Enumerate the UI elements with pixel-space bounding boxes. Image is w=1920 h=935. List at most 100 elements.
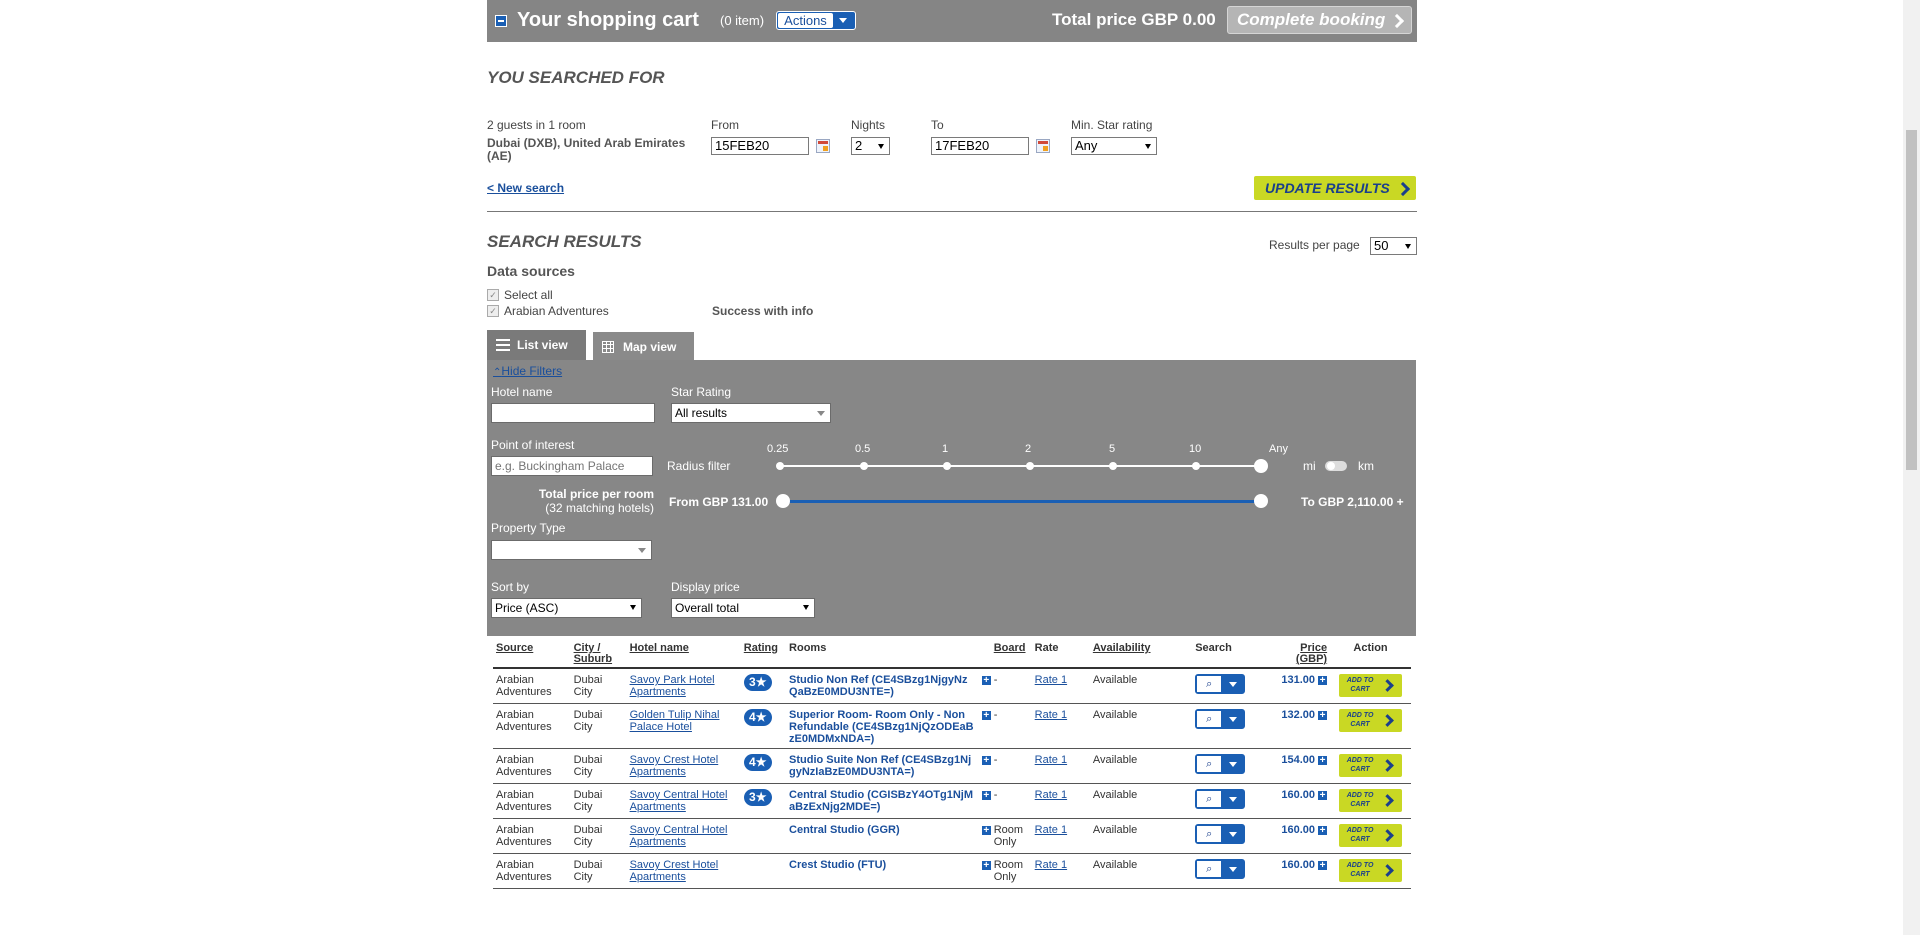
price-detail-plus-icon[interactable]: + bbox=[1318, 711, 1328, 721]
scrollbar-thumb[interactable] bbox=[1906, 130, 1917, 470]
radius-stop[interactable] bbox=[776, 462, 784, 470]
price-max-handle[interactable] bbox=[1254, 494, 1268, 508]
tab-list-view[interactable]: List view bbox=[487, 330, 586, 360]
expand-plus-icon[interactable]: + bbox=[981, 711, 991, 721]
add-to-cart-button[interactable]: ADD TO CART bbox=[1339, 754, 1403, 777]
calendar-icon[interactable] bbox=[1036, 139, 1050, 153]
complete-booking-button[interactable]: Complete booking bbox=[1227, 6, 1412, 34]
rate-link[interactable]: Rate 1 bbox=[1035, 709, 1067, 721]
destination-summary: Dubai (DXB), United Arab Emirates (AE) bbox=[487, 136, 686, 163]
rate-link[interactable]: Rate 1 bbox=[1035, 824, 1067, 836]
col-rating[interactable]: Rating bbox=[740, 640, 787, 669]
search-room-dropdown[interactable]: ⌕ bbox=[1195, 824, 1246, 844]
price-detail-plus-icon[interactable]: + bbox=[1318, 756, 1328, 766]
add-to-cart-label: ADD TO CART bbox=[1346, 712, 1374, 728]
hotel-name-link[interactable]: Savoy Central Hotel Apartments bbox=[630, 824, 728, 848]
search-room-dropdown[interactable]: ⌕ bbox=[1195, 859, 1246, 879]
radius-stop[interactable] bbox=[1026, 462, 1034, 470]
expand-plus-icon[interactable]: + bbox=[981, 791, 991, 801]
source-name: Arabian Adventures bbox=[504, 304, 609, 318]
radius-slider-handle[interactable] bbox=[1254, 459, 1268, 473]
radius-stop[interactable] bbox=[943, 462, 951, 470]
hotel-name-link[interactable]: Savoy Park Hotel Apartments bbox=[630, 674, 715, 698]
cart-actions-dropdown[interactable]: Actions bbox=[776, 11, 856, 30]
hotel-name-link[interactable]: Golden Tulip Nihal Palace Hotel bbox=[630, 709, 720, 733]
collapse-cart-icon[interactable] bbox=[495, 15, 507, 27]
search-room-dropdown[interactable]: ⌕ bbox=[1195, 674, 1246, 694]
col-hotel[interactable]: Hotel name bbox=[626, 640, 741, 669]
expand-plus-icon[interactable]: + bbox=[981, 756, 991, 766]
add-to-cart-button[interactable]: ADD TO CART bbox=[1339, 709, 1403, 732]
price-slider-track[interactable] bbox=[783, 500, 1257, 503]
radius-stop[interactable] bbox=[860, 462, 868, 470]
poi-input[interactable] bbox=[491, 456, 653, 476]
min-star-select[interactable]: Any bbox=[1071, 137, 1157, 155]
row-source: Arabian Adventures bbox=[493, 818, 571, 854]
expand-plus-icon[interactable]: + bbox=[981, 826, 991, 836]
update-results-button[interactable]: UPDATE RESULTS bbox=[1254, 176, 1416, 200]
to-date-input[interactable]: 17FEB20 bbox=[931, 137, 1029, 155]
search-room-dropdown[interactable]: ⌕ bbox=[1195, 754, 1246, 774]
row-availability: Available bbox=[1089, 853, 1193, 889]
price-detail-plus-icon[interactable]: + bbox=[1318, 791, 1328, 801]
star-rating-select[interactable]: All results bbox=[671, 403, 831, 423]
tab-map-view[interactable]: Map view bbox=[591, 330, 696, 360]
search-room-dropdown[interactable]: ⌕ bbox=[1195, 789, 1246, 809]
nights-select[interactable]: 2 bbox=[851, 137, 890, 155]
filters-panel: ⌃Hide Filters Hotel name Star Rating All… bbox=[487, 360, 1416, 636]
source-checkbox[interactable]: ✓ bbox=[487, 305, 499, 317]
row-city: Dubai City bbox=[570, 668, 627, 704]
add-to-cart-button[interactable]: ADD TO CART bbox=[1339, 859, 1403, 882]
price-min-handle[interactable] bbox=[776, 494, 790, 508]
unit-toggle[interactable] bbox=[1325, 461, 1347, 471]
hotel-name-link[interactable]: Savoy Crest Hotel Apartments bbox=[630, 859, 719, 883]
col-city[interactable]: City / Suburb bbox=[570, 640, 627, 669]
price-detail-plus-icon[interactable]: + bbox=[1318, 676, 1328, 686]
calendar-icon[interactable] bbox=[816, 139, 830, 153]
guests-summary: 2 guests in 1 room bbox=[487, 118, 586, 132]
col-source[interactable]: Source bbox=[493, 640, 571, 669]
expand-plus-icon[interactable]: + bbox=[981, 676, 991, 686]
rate-link[interactable]: Rate 1 bbox=[1035, 674, 1067, 686]
rate-link[interactable]: Rate 1 bbox=[1035, 859, 1067, 871]
row-city: Dubai City bbox=[570, 748, 627, 784]
property-type-select[interactable] bbox=[491, 540, 652, 560]
expand-plus-icon[interactable]: + bbox=[981, 861, 991, 871]
display-price-select[interactable]: Overall total bbox=[671, 598, 815, 618]
add-to-cart-label: ADD TO CART bbox=[1346, 862, 1374, 878]
row-availability: Available bbox=[1089, 668, 1193, 704]
from-date-input[interactable]: 15FEB20 bbox=[711, 137, 809, 155]
price-detail-plus-icon[interactable]: + bbox=[1318, 826, 1328, 836]
sort-by-select[interactable]: Price (ASC) bbox=[491, 598, 642, 618]
chevron-down-icon bbox=[1229, 717, 1238, 722]
row-city: Dubai City bbox=[570, 853, 627, 889]
search-room-dropdown[interactable]: ⌕ bbox=[1195, 709, 1246, 729]
rate-link[interactable]: Rate 1 bbox=[1035, 789, 1067, 801]
tab-map-label: Map view bbox=[623, 340, 677, 354]
select-all-checkbox[interactable]: ✓ bbox=[487, 289, 499, 301]
add-to-cart-button[interactable]: ADD TO CART bbox=[1339, 674, 1403, 697]
search-icon: ⌕ bbox=[1197, 676, 1222, 692]
radius-slider-track[interactable] bbox=[780, 465, 1263, 467]
property-type-label: Property Type bbox=[491, 521, 566, 535]
hotel-name-link[interactable]: Savoy Crest Hotel Apartments bbox=[630, 754, 719, 778]
col-price[interactable]: Price (GBP) bbox=[1267, 640, 1331, 669]
results-per-page-select[interactable]: 50 bbox=[1370, 237, 1417, 255]
col-board[interactable]: Board bbox=[990, 640, 1032, 669]
row-board: - bbox=[990, 748, 1032, 784]
add-to-cart-button[interactable]: ADD TO CART bbox=[1339, 789, 1403, 812]
radius-stop[interactable] bbox=[1109, 462, 1117, 470]
new-search-link[interactable]: < New search bbox=[487, 181, 564, 195]
search-icon: ⌕ bbox=[1197, 861, 1222, 877]
hide-filters-link[interactable]: ⌃Hide Filters bbox=[493, 364, 562, 378]
price-detail-plus-icon[interactable]: + bbox=[1318, 861, 1328, 871]
hotel-name-link[interactable]: Savoy Central Hotel Apartments bbox=[630, 789, 728, 813]
radius-tick-label: 10 bbox=[1189, 443, 1202, 455]
chevron-down-icon bbox=[1229, 682, 1238, 687]
chevron-right-icon bbox=[1381, 794, 1394, 807]
col-availability[interactable]: Availability bbox=[1089, 640, 1193, 669]
radius-stop[interactable] bbox=[1192, 462, 1200, 470]
hotel-name-input[interactable] bbox=[491, 403, 655, 423]
rate-link[interactable]: Rate 1 bbox=[1035, 754, 1067, 766]
add-to-cart-button[interactable]: ADD TO CART bbox=[1339, 824, 1403, 847]
